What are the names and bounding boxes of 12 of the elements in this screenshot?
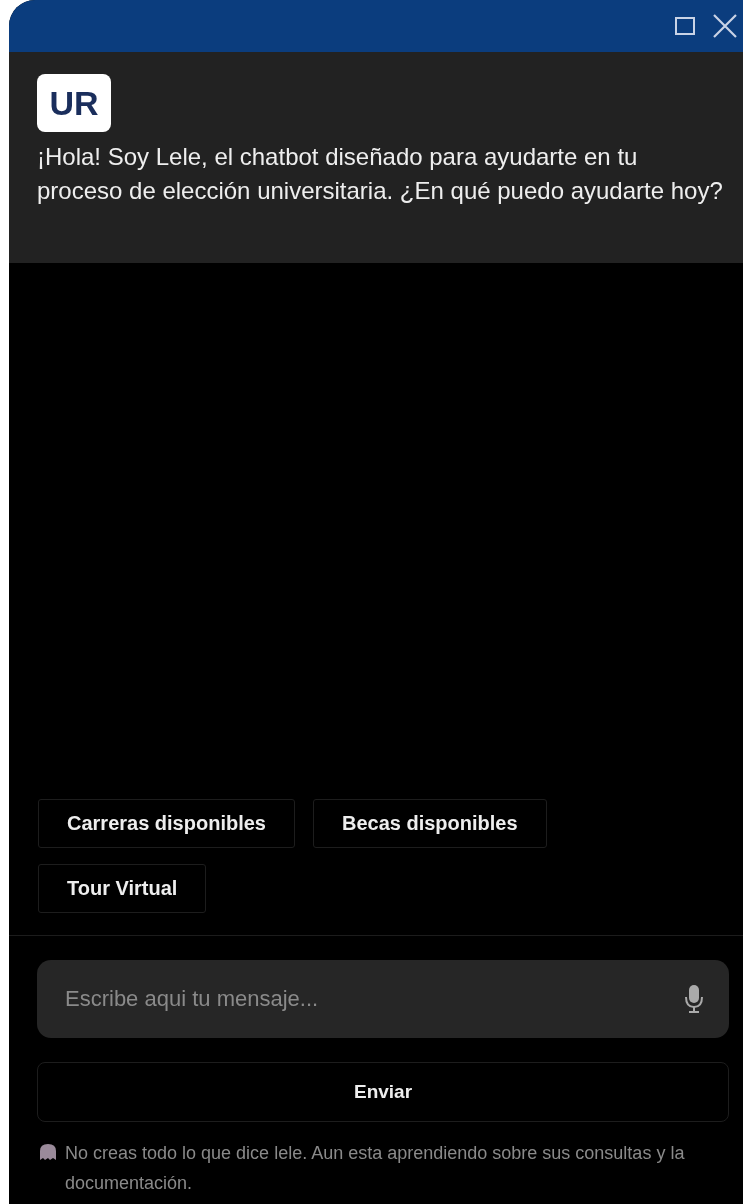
greeting-message: ¡Hola! Soy Lele, el chatbot diseñado para ayudarte en tu proceso de elección universitaria. ¿En qué puedo ayudarte hoy? — [37, 142, 724, 206]
suggestion-button[interactable]: Carreras disponibles — [38, 799, 295, 848]
maximize-icon[interactable] — [673, 14, 697, 38]
disclaimer-text: No creas todo lo que dice lele. Aun esta aprendiendo sobre sus consultas y la documentación. — [65, 1142, 686, 1195]
logo: UR — [37, 74, 111, 132]
ghost-icon — [37, 1142, 59, 1162]
message-field[interactable]: Escribe aqui tu mensaje... — [37, 960, 729, 1038]
send-button[interactable]: Enviar — [37, 1062, 729, 1122]
close-icon[interactable] — [711, 12, 739, 40]
microphone-icon[interactable] — [683, 984, 705, 1014]
suggestion-button[interactable]: Tour Virtual — [38, 864, 207, 913]
suggestion-button[interactable]: Becas disponibles — [312, 799, 547, 848]
